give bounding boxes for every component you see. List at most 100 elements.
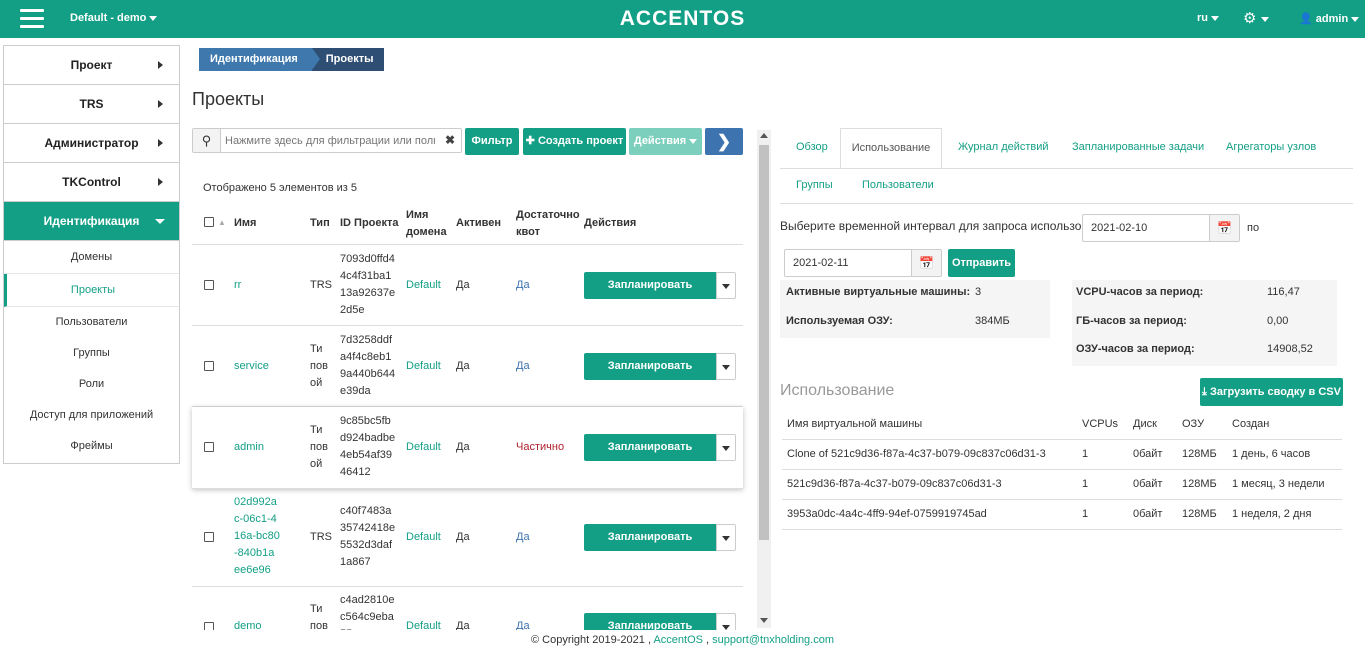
quota-link[interactable]: Да — [516, 277, 530, 294]
project-name-link[interactable]: service — [234, 358, 269, 375]
support-email-link[interactable]: support@tnxholding.com — [712, 634, 834, 646]
footer: © Copyright 2019-2021 , AccentOS , suppo… — [0, 634, 1365, 646]
select-all-checkbox[interactable] — [204, 217, 214, 227]
tab-usage[interactable]: Использование — [840, 128, 942, 169]
breadcrumb-identity[interactable]: Идентификация — [199, 48, 320, 71]
tab-action-log[interactable]: Журнал действий — [958, 141, 1049, 153]
date-from-field[interactable]: 2021-02-10 📅 — [1082, 214, 1240, 242]
project-name-link[interactable]: demo — [234, 618, 262, 630]
stat-gb-hours-label: ГБ-часов за период: — [1076, 315, 1187, 327]
schedule-action-button[interactable]: Запланировать действие — [584, 434, 716, 480]
download-csv-label: Загрузить сводку в CSV — [1209, 386, 1341, 398]
actions-dropdown-button[interactable]: Действия — [629, 128, 702, 155]
accentos-link[interactable]: AccentOS — [653, 634, 703, 646]
sidebar-item-groups[interactable]: Группы — [4, 338, 179, 369]
domain-link[interactable]: Default — [406, 358, 441, 375]
col-project-id[interactable]: ID Проекта — [340, 217, 399, 229]
sidebar-item-domains[interactable]: Домены — [4, 241, 179, 274]
chevron-right-icon[interactable]: ❯ — [705, 128, 743, 155]
create-project-label: Создать проект — [537, 135, 624, 147]
domain-link[interactable]: Default — [406, 529, 441, 546]
sidebar-item-app-credentials[interactable]: Доступ для приложений — [4, 400, 179, 431]
sidebar-item-roles[interactable]: Роли — [4, 369, 179, 400]
project-id: 7093d0ffd44c4f31ba113a92637e2d5e — [340, 253, 396, 316]
submit-button[interactable]: Отправить — [948, 249, 1015, 277]
sidebar-section-tkcontrol[interactable]: TKControl — [4, 163, 179, 202]
project-name-link[interactable]: admin — [234, 439, 264, 456]
row-checkbox[interactable] — [204, 280, 214, 290]
col-name[interactable]: Имя — [234, 217, 256, 229]
chevron-down-icon[interactable] — [716, 353, 736, 380]
row-checkbox[interactable] — [204, 532, 214, 542]
user-label: admin — [1315, 13, 1349, 25]
vm-vcpus: 1 — [1082, 478, 1089, 490]
vm-name-link[interactable]: 521c9d36-f87a-4c37-b079-09c837c06d31-3 — [787, 478, 1002, 490]
vm-ram: 128МБ — [1182, 508, 1217, 520]
settings-gear-icon[interactable]: ⚙ — [1243, 9, 1270, 27]
scroll-up-icon[interactable] — [760, 133, 768, 138]
stat-vcpu-hours-value: 116,47 — [1267, 286, 1300, 298]
sidebar-section-identity[interactable]: Идентификация — [4, 202, 179, 241]
row-checkbox[interactable] — [204, 361, 214, 371]
row-action: Запланировать действие — [584, 524, 736, 570]
chevron-down-icon[interactable] — [716, 613, 736, 630]
tab-groups[interactable]: Группы — [796, 179, 833, 191]
col-type[interactable]: Тип — [310, 217, 330, 229]
usage-row: Clone of 521c9d36-f87a-4c37-b079-09c837c… — [782, 440, 1342, 470]
domain-link[interactable]: Default — [406, 277, 441, 294]
search-icon[interactable]: ⚲ — [193, 129, 221, 152]
sidebar-section-trs[interactable]: TRS — [4, 85, 179, 124]
download-csv-button[interactable]: ⤓ Загрузить сводку в CSV — [1200, 378, 1343, 406]
user-menu[interactable]: 👤 admin — [1299, 12, 1360, 25]
sidebar-section-admin[interactable]: Администратор — [4, 124, 179, 163]
sidebar-section-project[interactable]: Проект — [4, 46, 179, 85]
clear-icon[interactable]: ✖ — [445, 133, 455, 147]
schedule-action-button[interactable]: Запланировать действие — [584, 353, 716, 399]
sidebar-item-frames[interactable]: Фреймы — [4, 431, 179, 462]
scrollbar[interactable] — [757, 130, 771, 628]
col-active[interactable]: Активен — [456, 217, 501, 229]
filter-button[interactable]: Фильтр — [465, 128, 519, 155]
sidebar-item-users[interactable]: Пользователи — [4, 307, 179, 338]
sidebar-item-projects[interactable]: Проекты — [4, 274, 179, 307]
chevron-down-icon[interactable] — [716, 272, 736, 299]
create-project-button[interactable]: ✚ Создать проект — [523, 128, 626, 155]
calendar-icon[interactable]: 📅 — [911, 250, 941, 276]
tab-scheduled-tasks[interactable]: Запланированные задачи — [1072, 141, 1204, 153]
vm-name-link[interactable]: Clone of 521c9d36-f87a-4c37-b079-09c837c… — [787, 448, 1046, 460]
chevron-down-icon[interactable] — [716, 434, 736, 461]
vm-name-link[interactable]: 3953a0dc-4a4c-4ff9-94ef-0759919745ad — [787, 508, 987, 520]
chevron-down-icon[interactable] — [716, 524, 736, 551]
scrollbar-thumb[interactable] — [759, 145, 769, 540]
project-name-link[interactable]: rr — [234, 277, 241, 294]
schedule-action-button[interactable]: Запланировать действие — [584, 272, 716, 318]
project-name-link[interactable]: 02d992ac-06c1-416a-bc80-840b1aee6e96 — [234, 494, 280, 579]
scroll-down-icon[interactable] — [760, 618, 768, 623]
schedule-action-button[interactable]: Запланировать действие — [584, 524, 716, 570]
sort-icon[interactable]: ▲ — [218, 218, 226, 227]
domain-link[interactable]: Default — [406, 618, 441, 630]
tab-users[interactable]: Пользователи — [862, 179, 934, 191]
tab-overview[interactable]: Обзор — [796, 141, 828, 153]
schedule-action-button[interactable]: Запланировать действие — [584, 613, 716, 630]
date-to-field[interactable]: 2021-02-11 📅 — [784, 249, 942, 277]
project-type: Типовой — [310, 603, 328, 630]
domain-link[interactable]: Default — [406, 439, 441, 456]
calendar-icon[interactable]: 📅 — [1209, 215, 1239, 241]
breadcrumb-projects[interactable]: Проекты — [311, 48, 384, 71]
interval-label: Выберите временной интервал для запроса … — [780, 219, 1118, 233]
quota-link[interactable]: Да — [516, 529, 530, 546]
stat-ram-hours-value: 14908,52 — [1267, 343, 1313, 355]
col-actions: Действия — [584, 217, 637, 229]
quota-link[interactable]: Да — [516, 618, 530, 630]
quota-link[interactable]: Да — [516, 358, 530, 375]
language-selector[interactable]: ru — [1197, 12, 1219, 24]
stat-active-vms-label: Активные виртуальные машины: — [786, 286, 971, 298]
tab-host-aggregates[interactable]: Агрегаторы узлов — [1226, 141, 1316, 153]
row-checkbox[interactable] — [204, 442, 214, 452]
search-input[interactable] — [225, 132, 435, 149]
row-checkbox[interactable] — [204, 622, 214, 630]
col-domain[interactable]: Имя домена — [406, 207, 450, 241]
quota-link[interactable]: Частично — [516, 439, 564, 456]
col-quota[interactable]: Достаточно квот — [516, 207, 580, 241]
